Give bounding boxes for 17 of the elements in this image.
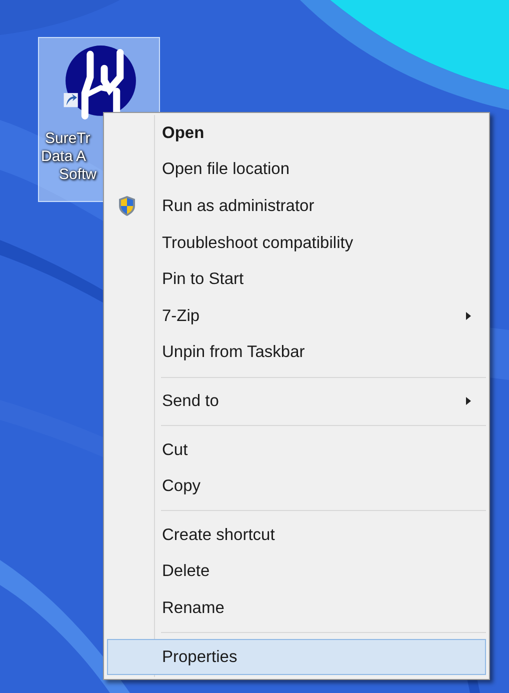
menu-item[interactable]: Send to (107, 383, 486, 420)
submenu-arrow-icon (466, 397, 471, 406)
menu-item[interactable]: Delete (107, 554, 486, 590)
icon-label: Data A (41, 148, 86, 166)
menu-item[interactable]: Troubleshoot compatibility (107, 224, 486, 262)
menu-item[interactable]: Properties (107, 638, 486, 676)
menu-item[interactable]: Create shortcut (107, 516, 486, 554)
icon-label: SureTr (45, 130, 90, 148)
menu-item[interactable]: Unpin from Taskbar (107, 334, 486, 372)
menu-item[interactable]: 7-Zip (107, 298, 486, 335)
menu-item[interactable]: Pin to Start (107, 261, 486, 298)
menu-item[interactable]: Rename (107, 590, 486, 627)
menu-item[interactable]: Copy (107, 468, 486, 505)
shield-icon (117, 195, 137, 218)
icon-label: Softw (59, 166, 97, 184)
menu-item[interactable]: Cut (107, 432, 486, 468)
submenu-arrow-icon (466, 312, 471, 320)
